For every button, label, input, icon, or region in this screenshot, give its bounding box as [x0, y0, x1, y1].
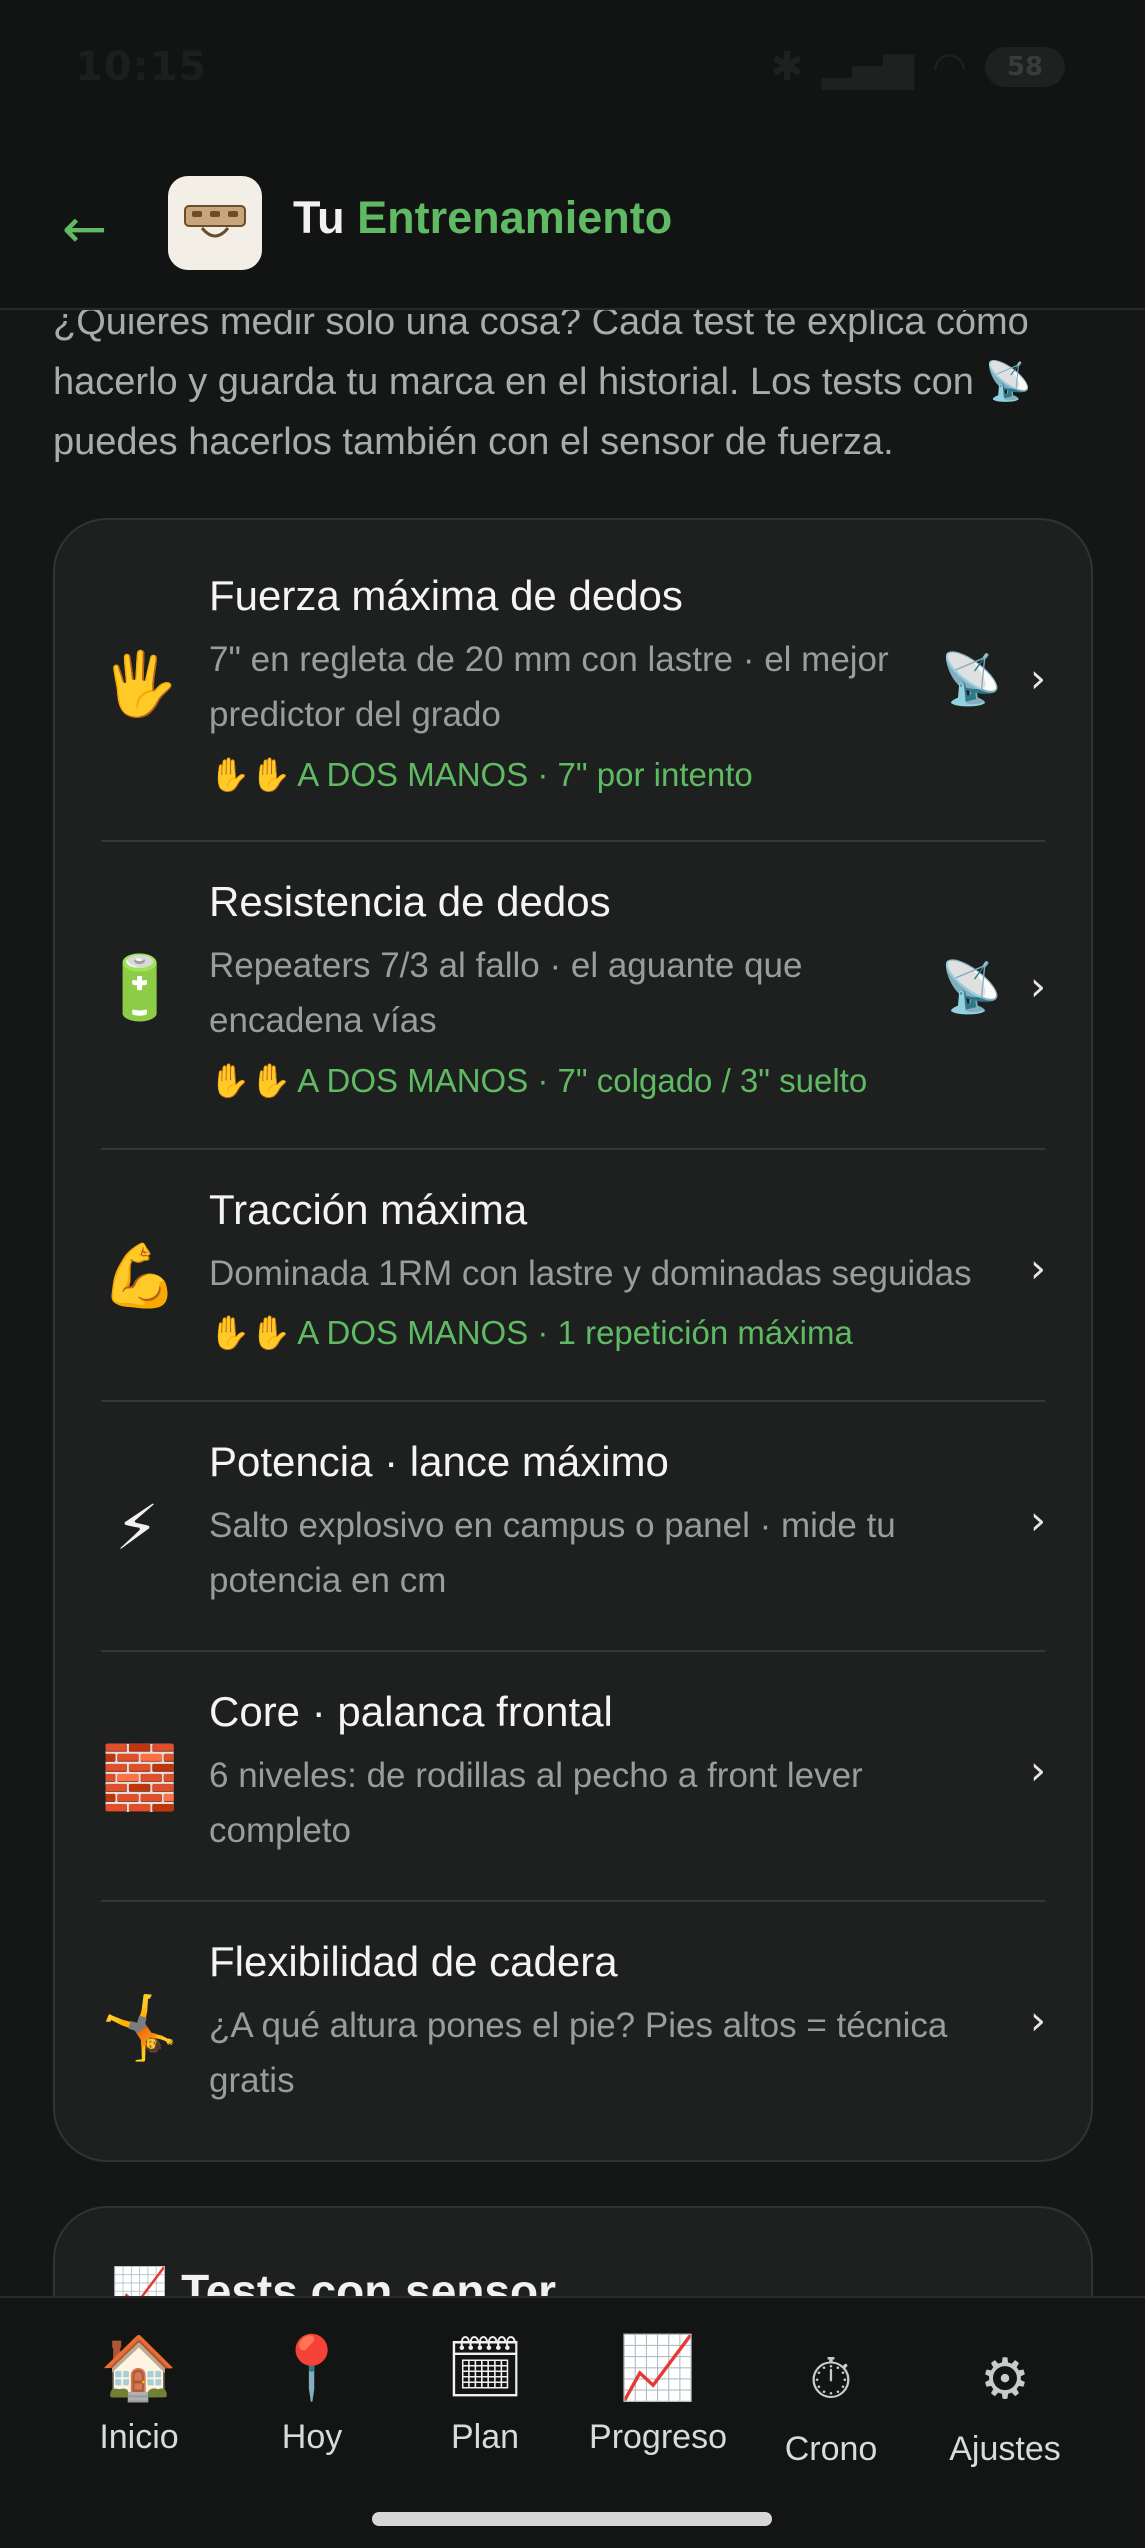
hangboard-logo-icon: [184, 205, 246, 238]
nav-item-ajustes[interactable]: ⚙ Ajustes: [920, 2340, 1090, 2469]
test-desc-line-2: predictor del grado: [209, 695, 501, 734]
intro-line-2: hacerlo y guarda tu marca en el historia…: [53, 352, 1103, 412]
satellite-icon: 📡: [984, 361, 1032, 403]
nav-label: Hoy: [281, 2418, 343, 2456]
home-indicator[interactable]: [372, 2512, 772, 2526]
test-desc-line-1: 7" en regleta de 20 mm con lastre · el m…: [209, 640, 889, 679]
status-bar: 10:15 ✱ ▂▄▆ ◠ 58: [0, 0, 1145, 140]
test-row-core[interactable]: 🧱 Core · palanca frontal 6 niveles: de r…: [55, 1652, 1091, 1902]
test-description: ¿A qué altura pones el pie? Pies altos =…: [209, 1998, 969, 2108]
house-icon: 🏠: [100, 2331, 178, 2404]
page-title: Tu Entrenamiento: [293, 192, 672, 244]
lightning-icon: ⚡: [115, 1491, 159, 1564]
test-description: Dominada 1RM con lastre y dominadas segu…: [209, 1246, 1009, 1301]
test-desc-line-1: ¿A qué altura pones el pie? Pies altos =…: [209, 2006, 948, 2045]
title-word-1: Tu: [293, 192, 345, 243]
test-row-finger-endurance[interactable]: 🔋 Resistencia de dedos Repeaters 7/3 al …: [55, 842, 1091, 1150]
gear-icon: ⚙: [979, 2347, 1031, 2412]
nav-label: Crono: [784, 2430, 878, 2468]
test-title: Potencia · lance máximo: [209, 1438, 669, 1485]
nav-item-plan[interactable]: 🗓 Plan: [400, 2328, 570, 2457]
app-logo: [168, 176, 262, 270]
bluetooth-icon: ✱: [770, 44, 804, 90]
wifi-icon: ◠: [932, 44, 967, 90]
tests-card: 🖐 Fuerza máxima de dedos 7" en regleta d…: [53, 518, 1093, 2162]
test-row-hip-flexibility[interactable]: 🤸 Flexibilidad de cadera ¿A qué altura p…: [55, 1902, 1091, 2160]
nav-item-inicio[interactable]: 🏠 Inicio: [54, 2328, 224, 2457]
nav-label: Ajustes: [949, 2430, 1061, 2468]
nav-item-crono[interactable]: ⏱ Crono: [746, 2340, 916, 2469]
test-tag: ✋✋ A DOS MANOS · 7" colgado / 3" suelto: [209, 1062, 867, 1101]
test-description: 7" en regleta de 20 mm con lastre · el m…: [209, 632, 969, 742]
battery-emoji-icon: 🔋: [101, 951, 179, 1024]
test-title: Fuerza máxima de dedos: [209, 572, 683, 619]
test-row-max-pull[interactable]: 💪 Tracción máxima Dominada 1RM con lastr…: [55, 1150, 1091, 1402]
pin-icon: 📍: [273, 2331, 351, 2404]
test-title: Tracción máxima: [209, 1186, 528, 1233]
chevron-right-icon: ›: [1030, 656, 1046, 702]
test-desc-line-2: potencia en cm: [209, 1561, 447, 1600]
test-tag-text: A DOS MANOS · 7" por intento: [297, 756, 753, 793]
test-title: Resistencia de dedos: [209, 878, 611, 925]
hands-icon: ✋✋: [209, 756, 292, 793]
signal-icon: ▂▄▆: [821, 44, 915, 90]
test-description: Salto explosivo en campus o panel · mide…: [209, 1498, 969, 1608]
test-tag-text: A DOS MANOS · 1 repetición máxima: [297, 1314, 853, 1351]
bottom-nav: 🏠 Inicio 📍 Hoy 🗓 Plan 📈 Progreso ⏱ Crono…: [0, 2296, 1145, 2548]
intro-text: ¿Quieres medir solo una cosa? Cada test …: [53, 292, 1103, 472]
nav-label: Plan: [450, 2418, 520, 2456]
sensor-icon: 📡: [940, 650, 1003, 708]
test-tag: ✋✋ A DOS MANOS · 1 repetición máxima: [209, 1314, 853, 1353]
cartwheel-icon: 🤸: [101, 1991, 179, 2064]
chevron-right-icon: ›: [1030, 1748, 1046, 1794]
test-desc-line-1: Dominada 1RM con lastre y dominadas segu…: [209, 1254, 972, 1293]
test-title: Core · palanca frontal: [209, 1688, 613, 1735]
test-row-finger-strength[interactable]: 🖐 Fuerza máxima de dedos 7" en regleta d…: [55, 520, 1091, 842]
chevron-right-icon: ›: [1030, 964, 1046, 1010]
chevron-right-icon: ›: [1030, 1498, 1046, 1544]
test-desc-line-2: gratis: [209, 2061, 295, 2100]
flexed-biceps-icon: 💪: [101, 1239, 179, 1312]
chevron-right-icon: ›: [1030, 1246, 1046, 1292]
nav-label: Progreso: [589, 2418, 727, 2456]
test-desc-line-2: encadena vías: [209, 1001, 437, 1040]
test-tag-text: A DOS MANOS · 7" colgado / 3" suelto: [297, 1062, 868, 1099]
arrow-left-icon[interactable]: ←: [62, 202, 107, 256]
test-desc-line-1: Repeaters 7/3 al fallo · el aguante que: [209, 946, 803, 985]
status-time: 10:15: [75, 44, 208, 90]
test-desc-line-2: completo: [209, 1811, 352, 1850]
brick-icon: 🧱: [101, 1741, 179, 1814]
chevron-right-icon: ›: [1030, 1998, 1046, 2044]
title-word-2: Entrenamiento: [357, 192, 673, 243]
stopwatch-icon: ⏱: [809, 2347, 853, 2412]
test-title: Flexibilidad de cadera: [209, 1938, 618, 1985]
intro-line-2-text: hacerlo y guarda tu marca en el historia…: [53, 361, 974, 403]
test-tag: ✋✋ A DOS MANOS · 7" por intento: [209, 756, 753, 795]
sensor-icon: 📡: [940, 958, 1003, 1016]
nav-item-hoy[interactable]: 📍 Hoy: [227, 2328, 397, 2457]
test-desc-line-1: 6 niveles: de rodillas al pecho a front …: [209, 1756, 863, 1795]
calendar-icon: 🗓: [445, 2331, 525, 2404]
test-row-power[interactable]: ⚡ Potencia · lance máximo Salto explosiv…: [55, 1402, 1091, 1652]
hand-icon: 🖐: [101, 647, 179, 720]
test-description: Repeaters 7/3 al fallo · el aguante que …: [209, 938, 969, 1048]
intro-line-3: puedes hacerlos también con el sensor de…: [53, 421, 894, 463]
app-root: 10:15 ✱ ▂▄▆ ◠ 58 ← Tu Entrenamiento ¿Qui…: [0, 0, 1145, 2548]
chart-icon: 📈: [619, 2331, 697, 2404]
nav-item-progreso[interactable]: 📈 Progreso: [573, 2328, 743, 2457]
test-desc-line-1: Salto explosivo en campus o panel · mide…: [209, 1506, 896, 1545]
battery-icon: 58: [985, 47, 1065, 87]
app-header: ← Tu Entrenamiento: [0, 140, 1145, 310]
status-icons: ✱ ▂▄▆ ◠ 58: [770, 44, 1065, 90]
nav-label: Inicio: [99, 2418, 179, 2456]
test-description: 6 niveles: de rodillas al pecho a front …: [209, 1748, 969, 1858]
hands-icon: ✋✋: [209, 1314, 292, 1351]
hands-icon: ✋✋: [209, 1062, 292, 1099]
